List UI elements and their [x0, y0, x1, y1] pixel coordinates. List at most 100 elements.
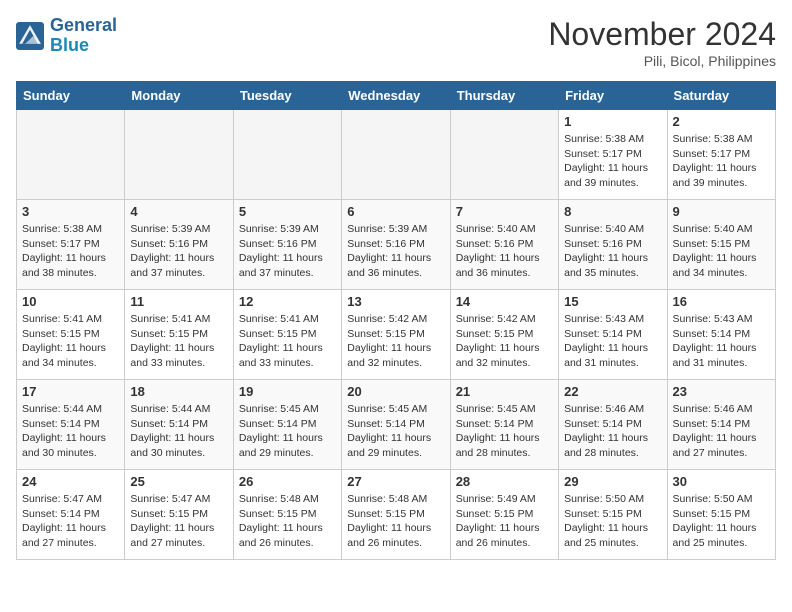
- calendar-cell: 13 Sunrise: 5:42 AMSunset: 5:15 PMDayligh…: [342, 290, 450, 380]
- logo: General Blue: [16, 16, 117, 56]
- day-number: 16: [673, 294, 770, 309]
- day-info: Sunrise: 5:42 AMSunset: 5:15 PMDaylight:…: [456, 312, 553, 371]
- calendar-cell: [450, 110, 558, 200]
- day-info: Sunrise: 5:39 AMSunset: 5:16 PMDaylight:…: [347, 222, 444, 281]
- day-info: Sunrise: 5:45 AMSunset: 5:14 PMDaylight:…: [239, 402, 336, 461]
- calendar-cell: 17Sunrise: 5:44 AMSunset: 5:14 PMDayligh…: [17, 380, 125, 470]
- calendar-cell: 4Sunrise: 5:39 AMSunset: 5:16 PMDaylight…: [125, 200, 233, 290]
- calendar-cell: 8 Sunrise: 5:40 AMSunset: 5:16 PMDaylight…: [559, 200, 667, 290]
- calendar-table: SundayMondayTuesdayWednesdayThursdayFrid…: [16, 81, 776, 560]
- day-info: Sunrise: 5:38 AMSunset: 5:17 PMDaylight:…: [564, 132, 661, 191]
- weekday-header: Sunday: [17, 82, 125, 110]
- calendar-cell: [17, 110, 125, 200]
- calendar-cell: 14 Sunrise: 5:42 AMSunset: 5:15 PMDayligh…: [450, 290, 558, 380]
- day-number: 6: [347, 204, 444, 219]
- day-number: 26: [239, 474, 336, 489]
- calendar-cell: 22 Sunrise: 5:46 AMSunset: 5:14 PMDayligh…: [559, 380, 667, 470]
- calendar-cell: 6 Sunrise: 5:39 AMSunset: 5:16 PMDaylight…: [342, 200, 450, 290]
- day-info: Sunrise: 5:47 AMSunset: 5:15 PMDaylight:…: [130, 492, 227, 551]
- logo-text: General Blue: [50, 16, 117, 56]
- calendar-week-row: 1Sunrise: 5:38 AMSunset: 5:17 PMDaylight…: [17, 110, 776, 200]
- day-info: Sunrise: 5:38 AMSunset: 5:17 PMDaylight:…: [22, 222, 119, 281]
- weekday-header: Friday: [559, 82, 667, 110]
- day-number: 4: [130, 204, 227, 219]
- day-number: 7: [456, 204, 553, 219]
- day-info: Sunrise: 5:45 AMSunset: 5:14 PMDaylight:…: [456, 402, 553, 461]
- calendar-cell: 21 Sunrise: 5:45 AMSunset: 5:14 PMDayligh…: [450, 380, 558, 470]
- calendar-cell: 18Sunrise: 5:44 AMSunset: 5:14 PMDayligh…: [125, 380, 233, 470]
- calendar-week-row: 17Sunrise: 5:44 AMSunset: 5:14 PMDayligh…: [17, 380, 776, 470]
- calendar-cell: [342, 110, 450, 200]
- calendar-cell: 28Sunrise: 5:49 AMSunset: 5:15 PMDayligh…: [450, 470, 558, 560]
- day-number: 23: [673, 384, 770, 399]
- day-info: Sunrise: 5:46 AMSunset: 5:14 PMDaylight:…: [673, 402, 770, 461]
- calendar-cell: 16 Sunrise: 5:43 AMSunset: 5:14 PMDayligh…: [667, 290, 775, 380]
- title-block: November 2024 Pili, Bicol, Philippines: [548, 16, 776, 69]
- day-info: Sunrise: 5:39 AMSunset: 5:16 PMDaylight:…: [239, 222, 336, 281]
- day-info: Sunrise: 5:43 AMSunset: 5:14 PMDaylight:…: [673, 312, 770, 371]
- day-info: Sunrise: 5:50 AMSunset: 5:15 PMDaylight:…: [673, 492, 770, 551]
- day-number: 19: [239, 384, 336, 399]
- calendar-cell: 11 Sunrise: 5:41 AMSunset: 5:15 PMDayligh…: [125, 290, 233, 380]
- day-number: 29: [564, 474, 661, 489]
- day-number: 21: [456, 384, 553, 399]
- day-number: 27: [347, 474, 444, 489]
- day-info: Sunrise: 5:41 AMSunset: 5:15 PMDaylight:…: [239, 312, 336, 371]
- calendar-week-row: 24 Sunrise: 5:47 AMSunset: 5:14 PMDayligh…: [17, 470, 776, 560]
- calendar-cell: 9 Sunrise: 5:40 AMSunset: 5:15 PMDaylight…: [667, 200, 775, 290]
- day-number: 20: [347, 384, 444, 399]
- calendar-cell: 25 Sunrise: 5:47 AMSunset: 5:15 PMDayligh…: [125, 470, 233, 560]
- calendar-cell: [125, 110, 233, 200]
- day-number: 13: [347, 294, 444, 309]
- day-info: Sunrise: 5:48 AMSunset: 5:15 PMDaylight:…: [239, 492, 336, 551]
- calendar-week-row: 3Sunrise: 5:38 AMSunset: 5:17 PMDaylight…: [17, 200, 776, 290]
- day-number: 25: [130, 474, 227, 489]
- calendar-cell: 29Sunrise: 5:50 AMSunset: 5:15 PMDayligh…: [559, 470, 667, 560]
- logo-line2: Blue: [50, 35, 89, 55]
- page-header: General Blue November 2024 Pili, Bicol, …: [16, 16, 776, 69]
- day-info: Sunrise: 5:46 AMSunset: 5:14 PMDaylight:…: [564, 402, 661, 461]
- calendar-cell: 15Sunrise: 5:43 AMSunset: 5:14 PMDayligh…: [559, 290, 667, 380]
- day-info: Sunrise: 5:45 AMSunset: 5:14 PMDaylight:…: [347, 402, 444, 461]
- day-number: 14: [456, 294, 553, 309]
- day-number: 10: [22, 294, 119, 309]
- day-info: Sunrise: 5:44 AMSunset: 5:14 PMDaylight:…: [130, 402, 227, 461]
- day-number: 22: [564, 384, 661, 399]
- day-info: Sunrise: 5:40 AMSunset: 5:16 PMDaylight:…: [564, 222, 661, 281]
- day-number: 8: [564, 204, 661, 219]
- weekday-header: Wednesday: [342, 82, 450, 110]
- day-info: Sunrise: 5:40 AMSunset: 5:15 PMDaylight:…: [673, 222, 770, 281]
- day-info: Sunrise: 5:38 AMSunset: 5:17 PMDaylight:…: [673, 132, 770, 191]
- weekday-header: Thursday: [450, 82, 558, 110]
- calendar-cell: 26 Sunrise: 5:48 AMSunset: 5:15 PMDayligh…: [233, 470, 341, 560]
- logo-icon: [16, 22, 44, 50]
- day-info: Sunrise: 5:41 AMSunset: 5:15 PMDaylight:…: [22, 312, 119, 371]
- weekday-header-row: SundayMondayTuesdayWednesdayThursdayFrid…: [17, 82, 776, 110]
- calendar-cell: 1Sunrise: 5:38 AMSunset: 5:17 PMDaylight…: [559, 110, 667, 200]
- calendar-cell: 27 Sunrise: 5:48 AMSunset: 5:15 PMDayligh…: [342, 470, 450, 560]
- weekday-header: Tuesday: [233, 82, 341, 110]
- weekday-header: Saturday: [667, 82, 775, 110]
- day-number: 24: [22, 474, 119, 489]
- day-info: Sunrise: 5:44 AMSunset: 5:14 PMDaylight:…: [22, 402, 119, 461]
- weekday-header: Monday: [125, 82, 233, 110]
- day-info: Sunrise: 5:40 AMSunset: 5:16 PMDaylight:…: [456, 222, 553, 281]
- day-number: 9: [673, 204, 770, 219]
- calendar-cell: 7 Sunrise: 5:40 AMSunset: 5:16 PMDaylight…: [450, 200, 558, 290]
- day-info: Sunrise: 5:43 AMSunset: 5:14 PMDaylight:…: [564, 312, 661, 371]
- day-info: Sunrise: 5:41 AMSunset: 5:15 PMDaylight:…: [130, 312, 227, 371]
- day-info: Sunrise: 5:48 AMSunset: 5:15 PMDaylight:…: [347, 492, 444, 551]
- calendar-cell: 19 Sunrise: 5:45 AMSunset: 5:14 PMDayligh…: [233, 380, 341, 470]
- calendar-cell: 2Sunrise: 5:38 AMSunset: 5:17 PMDaylight…: [667, 110, 775, 200]
- calendar-cell: 30Sunrise: 5:50 AMSunset: 5:15 PMDayligh…: [667, 470, 775, 560]
- day-info: Sunrise: 5:47 AMSunset: 5:14 PMDaylight:…: [22, 492, 119, 551]
- calendar-cell: 3Sunrise: 5:38 AMSunset: 5:17 PMDaylight…: [17, 200, 125, 290]
- location: Pili, Bicol, Philippines: [548, 53, 776, 69]
- day-number: 11: [130, 294, 227, 309]
- calendar-cell: 24 Sunrise: 5:47 AMSunset: 5:14 PMDayligh…: [17, 470, 125, 560]
- calendar-cell: 10 Sunrise: 5:41 AMSunset: 5:15 PMDayligh…: [17, 290, 125, 380]
- day-info: Sunrise: 5:49 AMSunset: 5:15 PMDaylight:…: [456, 492, 553, 551]
- calendar-cell: 12Sunrise: 5:41 AMSunset: 5:15 PMDayligh…: [233, 290, 341, 380]
- calendar-cell: [233, 110, 341, 200]
- day-info: Sunrise: 5:42 AMSunset: 5:15 PMDaylight:…: [347, 312, 444, 371]
